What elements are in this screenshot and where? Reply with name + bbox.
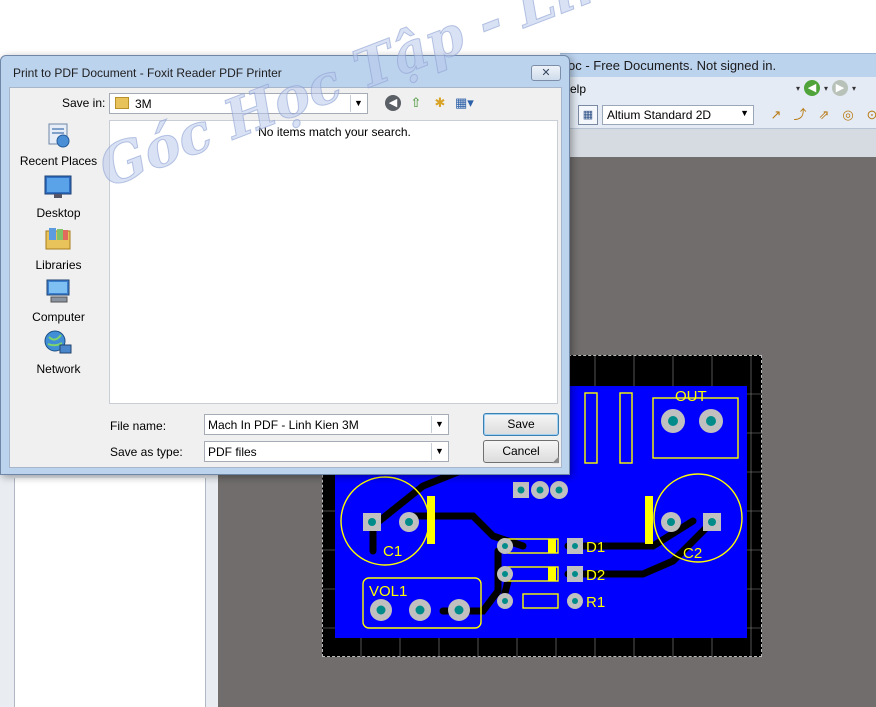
via-icon[interactable]: ◎ [838,105,858,125]
chevron-down-icon[interactable]: ▼ [350,95,366,112]
place-network[interactable]: Network [10,329,107,379]
menu-help[interactable]: elp [570,82,586,96]
save-as-type-label: Save as type: [110,445,183,459]
close-button[interactable]: ✕ [531,65,561,81]
app-toolbar: elp ▾ ◀ ▾ ▶ ▾ ▦ Altium Standard 2D ▼ ↗ ⤴… [560,77,876,129]
views-menu-icon[interactable]: ▦▾ [455,94,474,112]
layer-set-icon[interactable]: ▦ [578,105,598,125]
cancel-button[interactable]: Cancel [483,440,559,463]
empty-message: No items match your search. [258,125,411,139]
place-label: Desktop [36,206,81,220]
route-tool-icon[interactable]: ↗ [766,105,786,125]
screen: oc - Free Documents. Not signed in. elp … [0,0,876,707]
forward-arrow-icon[interactable]: ▶ [832,80,849,96]
label-d2: D2 [586,567,605,584]
app-title: oc - Free Documents. Not signed in. [568,58,777,73]
up-folder-icon[interactable]: ⇧ [407,94,425,112]
save-as-type-select[interactable]: PDF files ▼ [204,441,449,462]
save-in-label: Save in: [62,96,106,110]
file-name-field[interactable]: Mach In PDF - Linh Kien 3M ▼ [204,414,449,435]
projects-panel [0,470,218,707]
place-libraries[interactable]: Libraries [10,225,107,275]
diff-pair-icon[interactable]: ⇗ [814,105,834,125]
place-computer[interactable]: Computer [10,277,107,327]
back-arrow-icon[interactable]: ◀ [804,80,821,96]
places-bar: Recent Places Desktop Libraries Computer… [10,118,107,418]
app-titlebar: oc - Free Documents. Not signed in. [560,53,876,77]
label-out: OUT [675,388,707,405]
save-in-select[interactable]: 3M ▼ [109,93,368,114]
chevron-down-icon[interactable]: ▼ [431,443,447,460]
close-icon: ✕ [541,67,551,79]
back-icon[interactable]: ◀ [385,95,401,111]
computer-icon [46,279,70,303]
nav-buttons: ▾ ◀ ▾ ▶ ▾ [796,80,856,96]
pad-icon[interactable]: ⊙ [862,105,876,125]
file-name-label: File name: [110,419,167,433]
label-d1: D1 [586,539,605,556]
file-list[interactable]: No items match your search. [109,120,558,404]
dialog-title: Print to PDF Document - Foxit Reader PDF… [13,66,282,80]
file-name-value: Mach In PDF - Linh Kien 3M [208,418,359,432]
document-tabstrip [560,129,876,157]
chevron-down-icon[interactable]: ▼ [431,416,447,433]
back-caret-icon[interactable]: ▾ [824,84,828,93]
save-in-value: 3M [135,97,152,111]
view-config-select[interactable]: Altium Standard 2D ▼ [602,105,754,125]
chevron-down-icon: ▼ [740,108,749,118]
forward-caret-icon[interactable]: ▾ [852,84,856,93]
pcb-tools: ↗ ⤴ ⇗ ◎ ⊙ [766,105,876,125]
place-label: Recent Places [19,154,98,168]
label-c1: C1 [383,543,402,560]
history-caret-icon[interactable]: ▾ [796,84,800,93]
resize-grip-icon[interactable]: ◢ [552,454,559,465]
place-label: Network [36,362,81,376]
projects-panel-content [14,478,206,707]
new-folder-icon[interactable]: ✱ [431,94,449,112]
label-vol1: VOL1 [369,583,407,600]
network-icon [44,330,72,354]
save-dialog: Print to PDF Document - Foxit Reader PDF… [0,55,570,475]
save-as-type-value: PDF files [208,445,257,459]
place-label: Libraries [35,258,82,272]
folder-icon [115,97,129,109]
label-c2: C2 [683,545,702,562]
place-recent-places[interactable]: Recent Places [10,121,107,171]
folder-nav-icons: ◀ ⇧ ✱ ▦▾ [385,94,474,112]
label-r1: R1 [586,594,605,611]
place-desktop[interactable]: Desktop [10,173,107,223]
dialog-body: Save in: 3M ▼ ◀ ⇧ ✱ ▦▾ Recent Places Des… [9,87,562,468]
view-config-value: Altium Standard 2D [607,108,712,122]
recent-places-icon [48,123,70,148]
interactive-route-icon[interactable]: ⤴ [790,105,810,125]
save-button[interactable]: Save [483,413,559,436]
desktop-icon [44,175,72,198]
libraries-icon [45,228,71,250]
place-label: Computer [32,310,85,324]
